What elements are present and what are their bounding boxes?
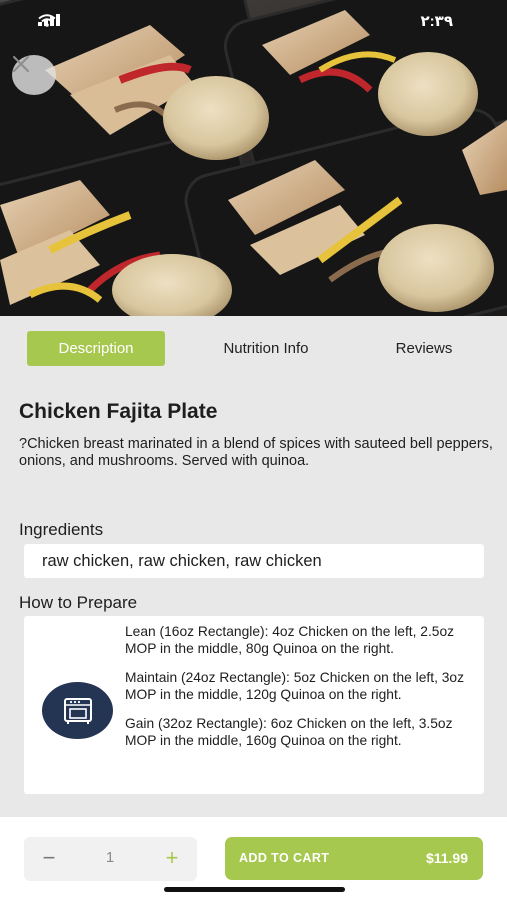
close-button[interactable]: [12, 55, 56, 95]
quantity-stepper: − 1 +: [24, 837, 197, 881]
status-bar: ٢:٣٩: [0, 0, 507, 40]
bottom-action-bar: − 1 + ADD TO CART $11.99: [0, 817, 507, 900]
prepare-item-maintain: Maintain (24oz Rectangle): 5oz Chicken o…: [125, 670, 464, 702]
add-to-cart-button[interactable]: ADD TO CART $11.99: [225, 837, 483, 880]
tab-reviews[interactable]: Reviews: [360, 331, 488, 366]
product-description: ?Chicken breast marinated in a blend of …: [19, 436, 493, 469]
decrease-quantity-button[interactable]: −: [38, 846, 60, 870]
prepare-heading: How to Prepare: [19, 593, 138, 612]
quantity-value: 1: [105, 849, 115, 866]
home-indicator[interactable]: [164, 887, 345, 892]
prepare-item-lean: Lean (16oz Rectangle): 4oz Chicken on th…: [125, 624, 455, 656]
tab-description[interactable]: Description: [27, 331, 165, 366]
hero-image: ٢:٣٩: [0, 0, 507, 316]
oven-badge: [42, 682, 113, 739]
prepare-list: Lean (16oz Rectangle): 4oz Chicken on th…: [125, 624, 465, 762]
tab-nutrition-info[interactable]: Nutrition Info: [196, 331, 336, 366]
prepare-box[interactable]: Lean (16oz Rectangle): 4oz Chicken on th…: [24, 616, 484, 794]
product-title: Chicken Fajita Plate: [19, 400, 218, 423]
prepare-item-gain: Gain (32oz Rectangle): 6oz Chicken on th…: [125, 716, 453, 748]
status-time: ٢:٣٩: [420, 13, 453, 30]
increase-quantity-button[interactable]: +: [161, 846, 183, 870]
tab-bar: Description Nutrition Info Reviews: [0, 331, 507, 367]
ingredients-text: raw chicken, raw chicken, raw chicken: [42, 552, 322, 570]
price-label: $11.99: [425, 850, 468, 866]
meal-prep-photo: [0, 0, 507, 316]
add-to-cart-label: ADD TO CART: [239, 851, 330, 865]
close-icon: [13, 56, 29, 72]
oven-icon: [63, 697, 92, 724]
wifi-icon: [38, 14, 56, 27]
ingredients-box: raw chicken, raw chicken, raw chicken: [24, 544, 484, 578]
ingredients-heading: Ingredients: [19, 520, 104, 539]
